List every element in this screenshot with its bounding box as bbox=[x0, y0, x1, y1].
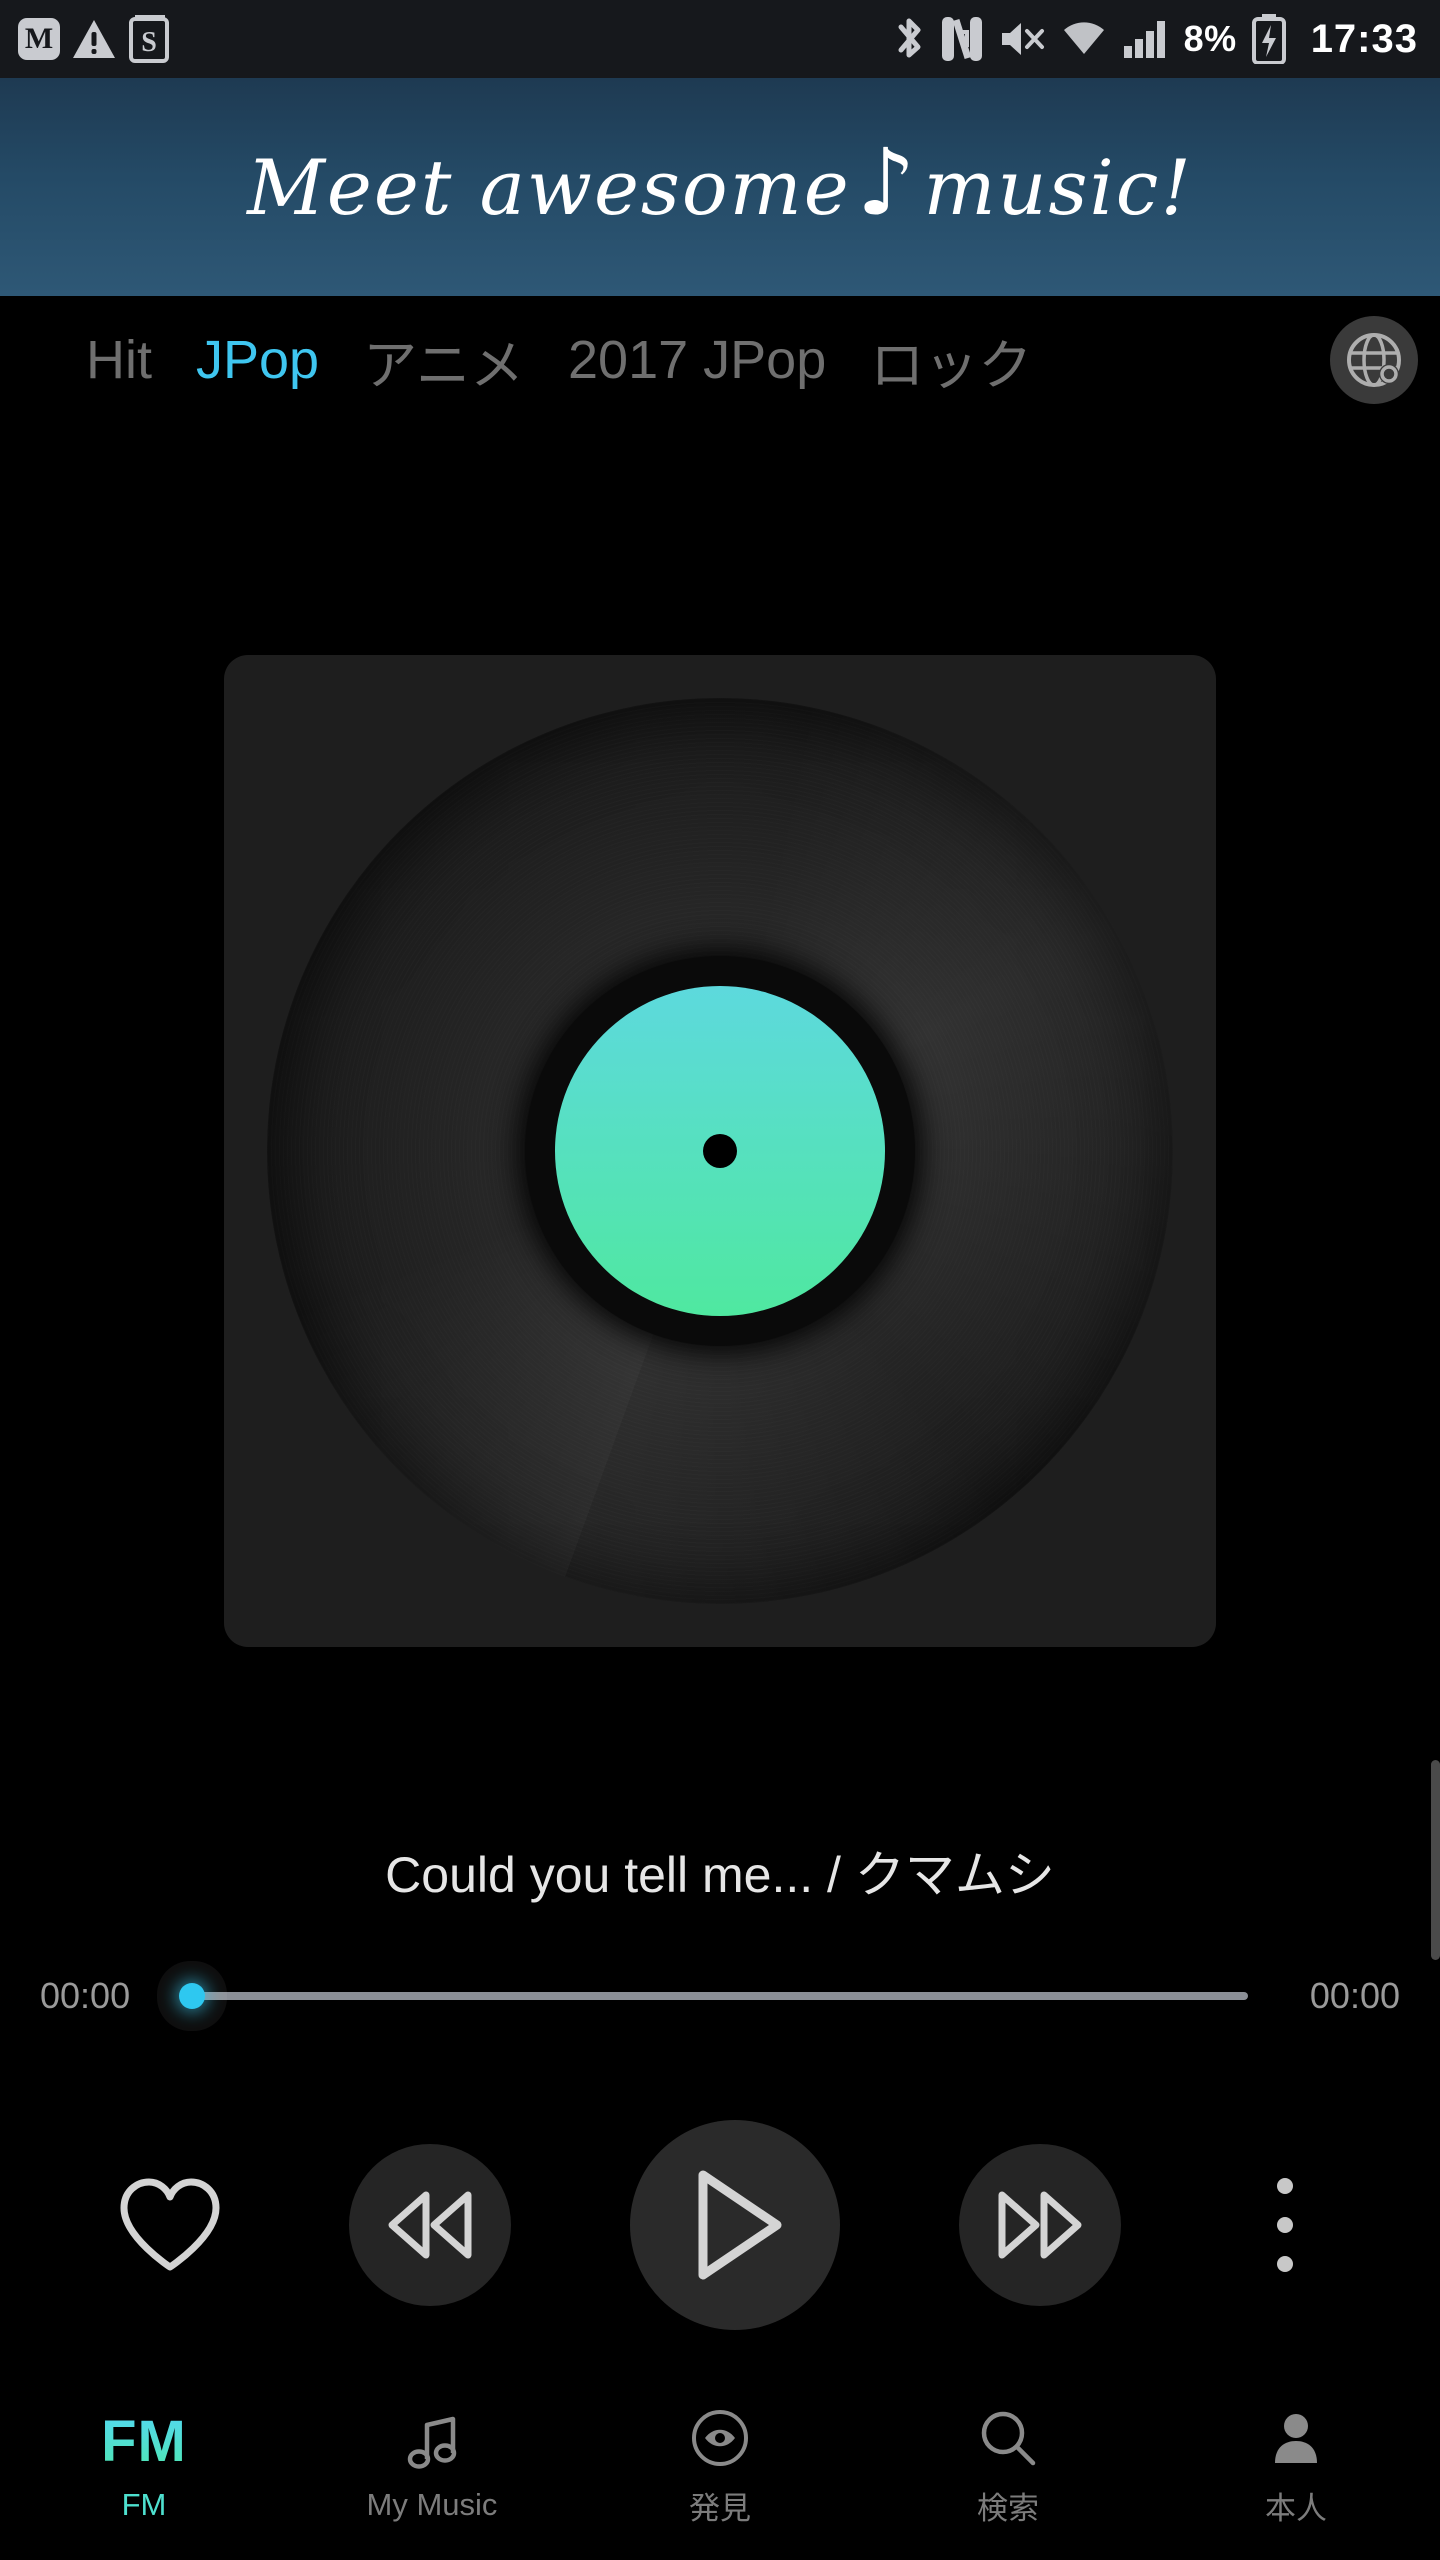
vinyl-record bbox=[267, 698, 1173, 1604]
s-app-icon: S bbox=[128, 15, 170, 63]
favorite-button[interactable] bbox=[110, 2165, 230, 2285]
tab-hit[interactable]: Hit bbox=[64, 329, 174, 391]
rewind-button[interactable] bbox=[349, 2144, 511, 2306]
more-options-button[interactable] bbox=[1240, 2165, 1330, 2285]
m-app-icon: M bbox=[18, 18, 60, 60]
playback-controls bbox=[0, 2110, 1440, 2340]
nav-label-my-music: My Music bbox=[366, 2487, 498, 2522]
status-bar: M S 8% 17:33 bbox=[0, 0, 1440, 78]
tab-2017-jpop[interactable]: 2017 JPop bbox=[546, 329, 848, 391]
mute-icon bbox=[998, 17, 1046, 61]
track-title: Could you tell me... / クマムシ bbox=[385, 1847, 1055, 1903]
nav-label-fm: FM bbox=[121, 2487, 167, 2522]
album-art-card[interactable] bbox=[224, 655, 1216, 1647]
elapsed-time-label: 00:00 bbox=[40, 1975, 131, 2016]
banner-text-before: Meet awesome bbox=[247, 142, 851, 232]
play-button[interactable] bbox=[630, 2120, 840, 2330]
battery-percent-label: 8% bbox=[1183, 18, 1237, 59]
nav-item-discover[interactable]: 発見 bbox=[576, 2374, 864, 2560]
bottom-navigation-bar: FM FM My Music 発見 検索 本人 bbox=[0, 2374, 1440, 2560]
banner-text-after: music! bbox=[923, 142, 1193, 232]
seek-slider-thumb[interactable] bbox=[179, 1983, 205, 2009]
tab-jpop[interactable]: JPop bbox=[174, 329, 341, 391]
fast-forward-button[interactable] bbox=[959, 2144, 1121, 2306]
nav-label-discover: 発見 bbox=[689, 2490, 751, 2526]
seek-slider[interactable] bbox=[179, 1983, 1248, 2009]
progress-bar-row: 00:00 00:00 bbox=[0, 1966, 1440, 2026]
total-time-label: 00:00 bbox=[1309, 1975, 1400, 2016]
compass-icon bbox=[689, 2407, 751, 2469]
battery-charging-icon bbox=[1251, 14, 1287, 64]
nav-label-profile: 本人 bbox=[1265, 2490, 1327, 2526]
music-player-screen: M S 8% 17:33 Meet awesome ♪ music! Hit J… bbox=[0, 0, 1440, 2560]
banner-title: Meet awesome ♪ music! bbox=[247, 129, 1193, 237]
globe-radio-icon[interactable] bbox=[1330, 316, 1418, 404]
search-icon bbox=[977, 2407, 1039, 2469]
tab-rock[interactable]: ロック bbox=[848, 321, 1054, 400]
fm-icon-label: FM bbox=[101, 2409, 187, 2474]
status-bar-left-icons: M S bbox=[18, 15, 170, 63]
nav-item-search[interactable]: 検索 bbox=[864, 2374, 1152, 2560]
status-bar-right-icons: 8% 17:33 bbox=[892, 13, 1418, 65]
warning-triangle-icon bbox=[72, 18, 116, 60]
genre-tab-bar: Hit JPop アニメ 2017 JPop ロック bbox=[0, 296, 1440, 424]
wifi-icon bbox=[1060, 18, 1108, 60]
tab-anime[interactable]: アニメ bbox=[341, 321, 546, 400]
music-note-icon bbox=[401, 2411, 463, 2473]
vinyl-center-hole bbox=[703, 1134, 737, 1168]
cellular-signal-icon bbox=[1122, 18, 1170, 60]
svg-text:S: S bbox=[141, 27, 157, 58]
nav-item-my-music[interactable]: My Music bbox=[288, 2374, 576, 2560]
fm-text-icon: FM bbox=[101, 2411, 187, 2473]
clock-label: 17:33 bbox=[1310, 16, 1418, 61]
nav-item-profile[interactable]: 本人 bbox=[1152, 2374, 1440, 2560]
nav-label-search: 検索 bbox=[977, 2490, 1039, 2526]
music-note-icon: ♪ bbox=[856, 129, 918, 237]
nav-item-fm[interactable]: FM FM bbox=[0, 2374, 288, 2560]
nfc-icon bbox=[940, 14, 984, 64]
person-icon bbox=[1265, 2407, 1327, 2469]
bluetooth-icon bbox=[892, 13, 926, 65]
scroll-indicator[interactable] bbox=[1431, 1760, 1440, 1960]
app-banner: Meet awesome ♪ music! bbox=[0, 78, 1440, 296]
